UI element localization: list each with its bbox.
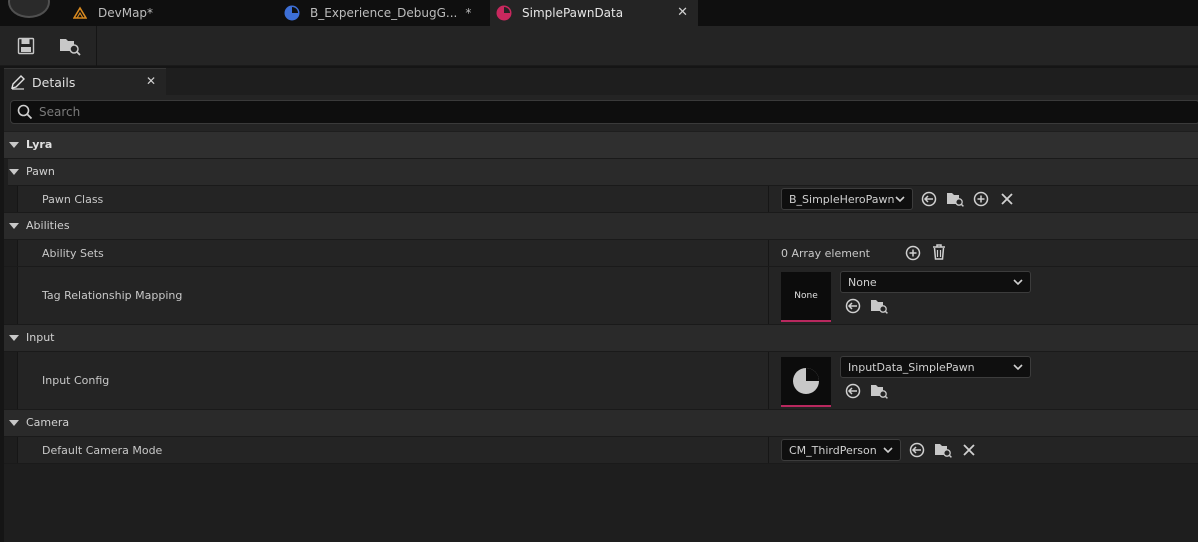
add-new-button[interactable] <box>972 190 990 208</box>
browse-folder-icon <box>871 385 888 399</box>
clear-icon <box>1001 193 1013 205</box>
category-label: Pawn <box>26 165 55 178</box>
property-row-tag-relationship: Tag Relationship Mapping None None <box>4 267 1198 325</box>
save-button[interactable] <box>15 35 37 57</box>
asset-toolbar <box>0 26 1198 66</box>
property-row-ability-sets: Ability Sets 0 Array element <box>4 240 1198 267</box>
property-label: Input Config <box>42 374 110 387</box>
browse-folder-icon <box>871 300 888 314</box>
search-field[interactable] <box>10 100 1198 124</box>
collapse-arrow-icon[interactable] <box>9 420 19 426</box>
browse-icon <box>60 39 81 56</box>
property-row-pawn-class: Pawn Class B_SimpleHeroPawn <box>4 186 1198 213</box>
input-config-dropdown[interactable]: InputData_SimplePawn <box>840 356 1031 378</box>
property-label: Default Camera Mode <box>42 444 163 457</box>
use-selected-icon <box>921 191 937 207</box>
array-count: 0 Array element <box>781 247 870 260</box>
tab-experience-debug[interactable]: B_Experience_DebugG... * <box>284 0 484 26</box>
property-row-camera-mode: Default Camera Mode CM_ThirdPerson <box>4 437 1198 464</box>
browse-folder-icon <box>947 193 964 207</box>
use-selected-button[interactable] <box>920 190 938 208</box>
category-input[interactable]: Input <box>4 325 1198 352</box>
tag-relationship-dropdown[interactable]: None <box>840 271 1031 293</box>
details-tab-label: Details <box>32 74 76 90</box>
blueprint-icon <box>284 5 300 21</box>
search-icon <box>17 104 33 120</box>
dropdown-value: InputData_SimplePawn <box>848 360 975 374</box>
collapse-arrow-icon[interactable] <box>9 169 19 175</box>
unreal-logo-icon[interactable] <box>8 0 50 18</box>
use-selected-icon <box>909 442 925 458</box>
tab-label: SimplePawnData <box>522 6 624 20</box>
property-row-input-config: Input Config InputData_SimplePawn <box>4 352 1198 410</box>
browse-folder-icon <box>935 444 952 458</box>
details-pencil-icon <box>11 75 25 90</box>
asset-thumbnail[interactable] <box>781 357 831 407</box>
save-icon <box>17 37 35 55</box>
level-icon <box>72 5 88 21</box>
property-label: Pawn Class <box>42 193 104 206</box>
category-label: Lyra <box>26 138 53 151</box>
property-label: Tag Relationship Mapping <box>42 289 183 302</box>
tab-simple-pawn-data[interactable]: SimplePawnData ✕ <box>490 0 698 26</box>
category-pawn[interactable]: Pawn <box>4 159 1198 186</box>
use-selected-icon <box>845 383 861 399</box>
input-data-thumbnail-icon <box>793 368 819 394</box>
chevron-down-icon <box>895 196 905 203</box>
search-input[interactable] <box>39 105 1139 119</box>
pawn-class-dropdown[interactable]: B_SimpleHeroPawn <box>781 188 913 210</box>
category-label: Input <box>26 331 55 344</box>
add-icon <box>973 191 989 207</box>
clear-button[interactable] <box>998 190 1016 208</box>
tab-dirty-marker: * <box>465 6 472 20</box>
use-selected-button[interactable] <box>844 297 862 315</box>
add-icon <box>905 245 921 261</box>
collapse-arrow-icon[interactable] <box>9 142 19 148</box>
trash-icon <box>933 244 945 260</box>
browse-button[interactable] <box>870 297 888 315</box>
document-tab-bar: DevMap* B_Experience_DebugG... * SimpleP… <box>0 0 1198 26</box>
chevron-down-icon <box>1013 364 1023 371</box>
thumbnail-label: None <box>794 291 818 301</box>
dropdown-value: None <box>848 275 877 289</box>
browse-button[interactable] <box>946 190 964 208</box>
details-panel-tab[interactable]: Details ✕ <box>4 68 166 95</box>
use-selected-button[interactable] <box>908 441 926 459</box>
add-array-element-button[interactable] <box>904 244 922 262</box>
category-lyra[interactable]: Lyra <box>4 132 1198 159</box>
data-asset-icon <box>496 5 512 21</box>
use-selected-icon <box>845 298 861 314</box>
browse-to-asset-button[interactable] <box>58 35 82 57</box>
collapse-arrow-icon[interactable] <box>9 335 19 341</box>
category-label: Camera <box>26 416 70 429</box>
tab-label: DevMap* <box>98 6 154 20</box>
close-details-icon[interactable]: ✕ <box>146 74 156 88</box>
tab-devmap[interactable]: DevMap* <box>72 0 272 26</box>
asset-thumbnail[interactable]: None <box>781 272 831 322</box>
collapse-arrow-icon[interactable] <box>9 223 19 229</box>
browse-button[interactable] <box>934 441 952 459</box>
search-bar <box>4 95 1198 131</box>
toolbar-separator <box>96 26 97 66</box>
camera-mode-dropdown[interactable]: CM_ThirdPerson <box>781 439 901 461</box>
clear-button[interactable] <box>960 441 978 459</box>
remove-all-button[interactable] <box>930 243 948 261</box>
category-camera[interactable]: Camera <box>4 410 1198 437</box>
category-label: Abilities <box>26 219 70 232</box>
clear-icon <box>963 444 975 456</box>
tab-label: B_Experience_DebugG... <box>310 6 458 20</box>
property-label: Ability Sets <box>42 247 104 260</box>
chevron-down-icon <box>1013 279 1023 286</box>
category-abilities[interactable]: Abilities <box>4 213 1198 240</box>
close-tab-icon[interactable]: ✕ <box>677 5 688 20</box>
editor-window: DevMap* B_Experience_DebugG... * SimpleP… <box>0 0 1198 542</box>
chevron-down-icon <box>883 447 893 454</box>
browse-button[interactable] <box>870 382 888 400</box>
use-selected-button[interactable] <box>844 382 862 400</box>
details-panel: Details ✕ Lyra Pawn Pawn Class B_SimpleH… <box>4 68 1198 542</box>
dropdown-value: B_SimpleHeroPawn <box>789 192 895 206</box>
dropdown-value: CM_ThirdPerson <box>789 443 877 457</box>
